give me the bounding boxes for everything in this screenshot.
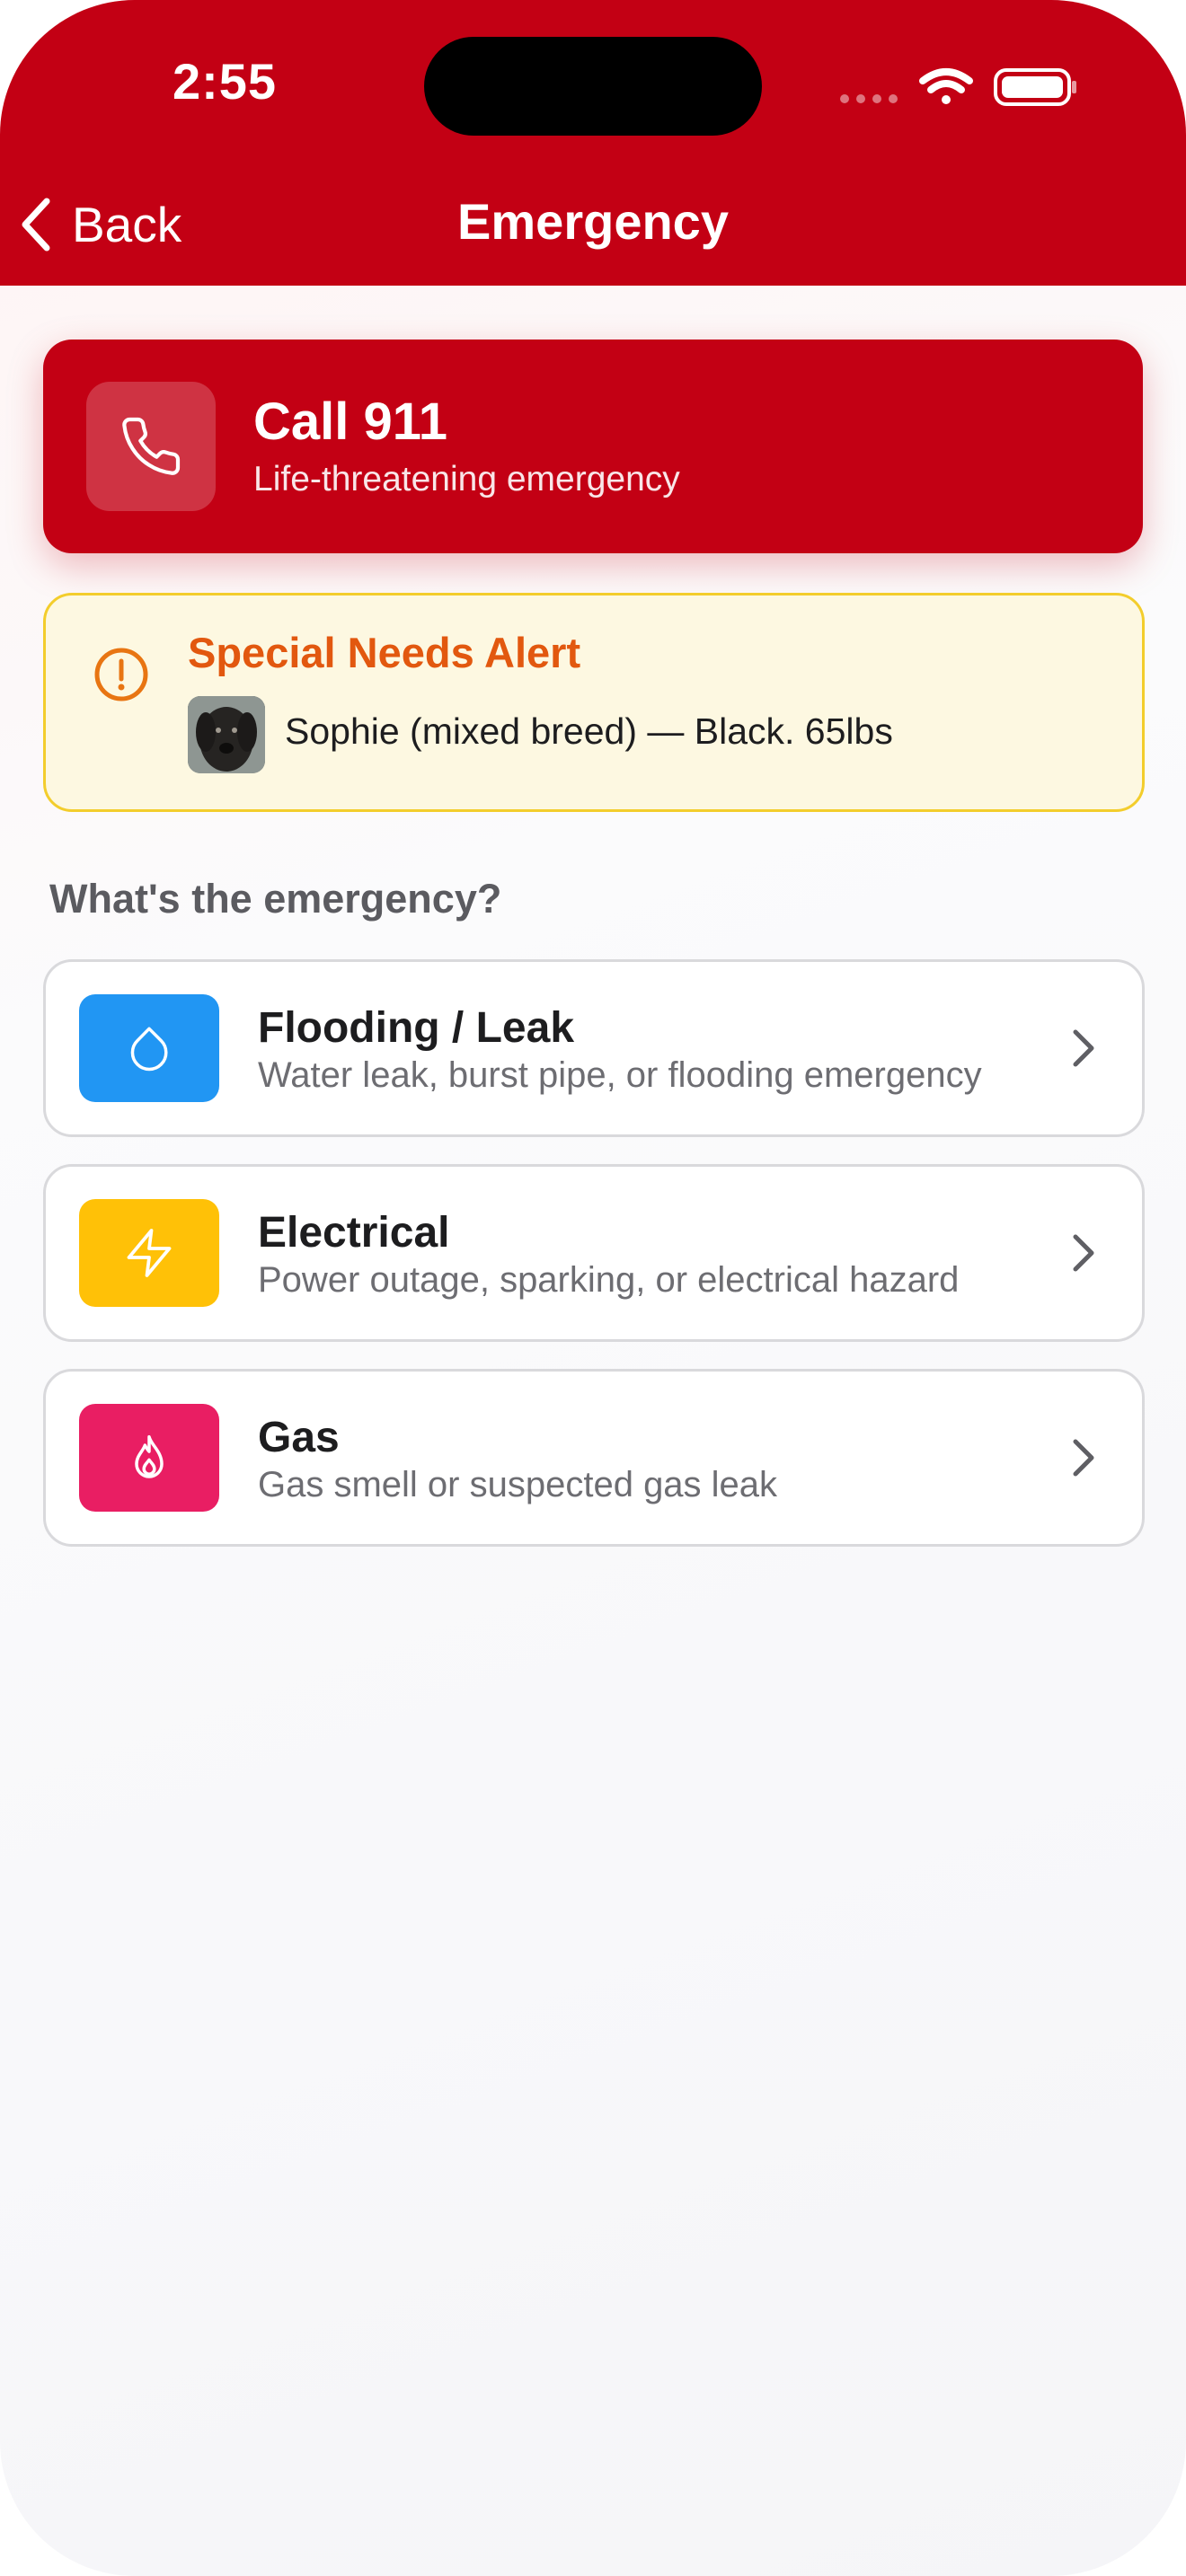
header-bar: 2:55 Back Emergency [0,0,1186,286]
call-title: Call 911 [253,393,448,451]
section-heading: What's the emergency? [49,876,502,922]
dynamic-island [424,37,762,136]
flame-icon [135,1434,164,1478]
app-screen: 2:55 Back Emergency Call 911 Life-threat… [0,0,1186,2576]
option-title: Flooding / Leak [258,1004,575,1052]
page-title: Emergency [457,193,729,250]
option-gas[interactable]: Gas Gas smell or suspected gas leak [43,1369,1145,1547]
lightning-bolt-icon [127,1229,172,1277]
status-icons [840,68,1076,106]
option-description: Power outage, sparking, or electrical ha… [258,1260,960,1300]
option-description: Water leak, burst pipe, or flooding emer… [258,1055,982,1095]
call-icon-container [86,382,216,511]
chevron-right-icon [1073,1029,1094,1067]
gas-icon-container [79,1404,219,1512]
flooding-icon-container [79,994,219,1102]
option-electrical[interactable]: Electrical Power outage, sparking, or el… [43,1164,1145,1342]
pet-description: Sophie (mixed breed) — Black. 65lbs [285,710,893,752]
status-time: 2:55 [172,53,278,110]
call-subtitle: Life-threatening emergency [253,460,680,498]
battery-icon [994,68,1076,106]
water-drop-icon [130,1027,168,1072]
option-description: Gas smell or suspected gas leak [258,1465,778,1504]
chevron-right-icon [1073,1439,1094,1477]
dog-image [188,696,265,773]
pet-photo [188,696,265,773]
call-911-button[interactable]: Call 911 Life-threatening emergency [43,340,1143,553]
option-title: Gas [258,1414,340,1461]
wifi-icon [919,68,973,104]
option-flooding-leak[interactable]: Flooding / Leak Water leak, burst pipe, … [43,959,1145,1137]
option-title: Electrical [258,1209,450,1257]
exclamation-circle-icon [94,648,148,701]
cellular-signal-icon [840,94,898,103]
chevron-right-icon [1073,1234,1094,1272]
special-needs-alert: Special Needs Alert Sophie (mixed breed)… [43,593,1145,812]
electrical-icon-container [79,1199,219,1307]
alert-title: Special Needs Alert [188,629,581,676]
phone-icon [122,417,181,475]
